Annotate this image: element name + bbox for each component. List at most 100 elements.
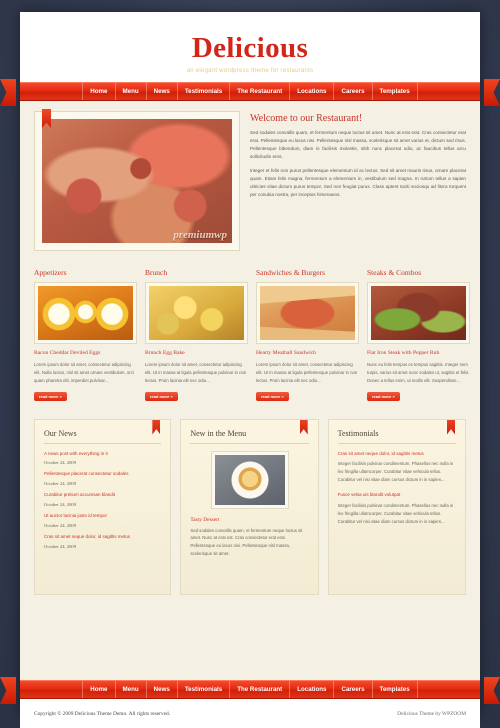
news-link[interactable]: Curabitur pretium accumsan blandit: [44, 492, 161, 498]
footer-nav-item-templates[interactable]: Templates: [373, 681, 418, 698]
list-item: Pellentesque placerat consectetur sodale…: [44, 471, 161, 486]
news-date: October 24, 2009: [44, 460, 77, 466]
site-tagline: an elegant wordpress theme for restauran…: [186, 68, 314, 74]
flat-iron-steak-image: [371, 286, 466, 340]
category-image-frame: [256, 282, 359, 344]
theme-credit[interactable]: Delicious Theme by WPZOOM: [397, 711, 466, 717]
category-image-frame: [145, 282, 248, 344]
panel-our-news: Our News A news post with everything in …: [34, 418, 172, 595]
menu-image-frame: [210, 450, 289, 509]
list-item: A news post with everything in it Octobe…: [44, 451, 161, 466]
meatball-sandwich-image: [260, 286, 355, 340]
nav-item-news[interactable]: News: [147, 83, 178, 100]
category-column-brunch: Brunch Brunch Egg Bake Lorem ipsum dolor…: [145, 268, 248, 403]
deviled-eggs-image: [38, 286, 133, 340]
news-date: October 24, 2009: [44, 543, 77, 549]
footer-nav: Home Menu News Testimonials The Restaura…: [20, 681, 480, 698]
category-item-title[interactable]: Brunch Egg Bake: [145, 350, 248, 357]
footer-nav-item-menu[interactable]: Menu: [116, 681, 147, 698]
testimonial-heading[interactable]: Cras sit amet neque dolor, id sagittis m…: [338, 451, 456, 457]
category-item-text: Lorem ipsum dolor sit amet, consectetur …: [145, 361, 247, 383]
tasty-dessert-image: [214, 454, 285, 505]
news-date: October 24, 2009: [44, 522, 77, 528]
testimonial-body: Integer facilisis pulvinar condimentum. …: [337, 503, 454, 524]
primary-nav: Home Menu News Testimonials The Restaura…: [20, 83, 480, 100]
news-date: October 24, 2009: [44, 481, 77, 487]
nav-item-locations[interactable]: Locations: [290, 83, 335, 100]
copyright-text: Copyright © 2009 Delicious Theme Demo. A…: [34, 710, 171, 717]
category-item-text: Lorem ipsum dolor sit amet, consectetur …: [34, 361, 134, 383]
hero-image-frame: premiumwp: [34, 109, 240, 251]
footer-nav-item-testimonials[interactable]: Testimonials: [178, 681, 231, 698]
category-column-sandwiches-burgers: Sandwiches & Burgers Hearty Meatball San…: [256, 268, 359, 403]
nav-item-careers[interactable]: Careers: [334, 83, 373, 100]
panel-title: Our News: [44, 429, 162, 444]
testimonial-body: Integer facilisis pulvinar condimentum. …: [337, 461, 454, 483]
footer-nav-item-news[interactable]: News: [147, 681, 178, 698]
read-more-button[interactable]: read more »: [367, 391, 400, 401]
panel-testimonials: Testimonials Cras sit amet neque dolor, …: [327, 418, 466, 595]
nav-item-templates[interactable]: Templates: [373, 83, 418, 100]
nav-ribbon-right-icon: [484, 79, 500, 106]
news-link[interactable]: Ut auctor lacinia justo id tempor: [44, 513, 161, 519]
read-more-button[interactable]: read more »: [34, 391, 67, 401]
footer-nav-item-locations[interactable]: Locations: [290, 681, 335, 698]
nav-ribbon-left-icon: [0, 79, 16, 106]
hero-image-watermark: premiumwp: [173, 229, 227, 241]
category-item-text: Lorem ipsum dolor sit amet, consectetur …: [256, 361, 358, 383]
hero-paragraph-1: Sed sodales convallis quam, et fermentum…: [250, 130, 466, 160]
category-heading: Appetizers: [34, 268, 67, 277]
category-item-title[interactable]: Hearty Meatball Sandwich: [256, 350, 359, 357]
panel-title: Testimonials: [337, 429, 456, 444]
news-link[interactable]: Pellentesque placerat consectetur sodale…: [44, 471, 161, 477]
category-image-frame: [367, 282, 470, 344]
egg-bake-image: [149, 286, 244, 340]
primary-nav-bar: Home Menu News Testimonials The Restaura…: [0, 79, 500, 106]
site-header: Delicious an elegant wordpress theme for…: [20, 12, 480, 82]
menu-item-text: Sed sodales convallis quam, et fermentum…: [190, 527, 303, 557]
nav-ribbon-right-icon: [484, 677, 500, 704]
testimonial-heading[interactable]: Fusce velsa uis blandit volutpat: [338, 492, 456, 498]
footer-nav-item-careers[interactable]: Careers: [334, 681, 373, 698]
footer-bar: Copyright © 2009 Delicious Theme Demo. A…: [20, 699, 480, 728]
site-logo[interactable]: Delicious: [20, 34, 480, 63]
list-item: Curabitur pretium accumsan blandit Octob…: [44, 492, 161, 507]
footer-nav-bar: Home Menu News Testimonials The Restaura…: [0, 677, 500, 704]
category-item-title[interactable]: Bacon Cheddar Deviled Eggs: [34, 350, 137, 357]
nav-item-the-restaurant[interactable]: The Restaurant: [230, 83, 291, 100]
site-container: Delicious an elegant wordpress theme for…: [0, 12, 500, 728]
hero-text-block: Welcome to our Restaurant! Sed sodales c…: [250, 111, 466, 254]
category-heading: Brunch: [145, 268, 168, 277]
news-link[interactable]: A news post with everything in it: [44, 451, 161, 457]
list-item: Ut auctor lacinia justo id tempor Octobe…: [44, 513, 161, 528]
list-item: Cras sit amet neque dolor, id sagittis m…: [338, 451, 456, 485]
category-heading: Steaks & Combos: [367, 268, 422, 277]
nav-item-home[interactable]: Home: [82, 83, 116, 100]
nav-item-testimonials[interactable]: Testimonials: [178, 83, 231, 100]
footer-nav-item-home[interactable]: Home: [82, 681, 116, 698]
main-content: premiumwp Welcome to our Restaurant! Sed…: [20, 101, 480, 680]
category-image-frame: [34, 282, 137, 344]
footer-nav-item-the-restaurant[interactable]: The Restaurant: [230, 681, 291, 698]
list-item: Cras sit amet neque dolor, id sagittis m…: [44, 534, 161, 549]
read-more-button[interactable]: read more »: [256, 391, 289, 401]
panel-title: New in the Menu: [190, 429, 309, 444]
nav-item-menu[interactable]: Menu: [116, 83, 147, 100]
hero-image: premiumwp: [42, 119, 232, 243]
news-link[interactable]: Cras sit amet neque dolor, id sagittis m…: [44, 534, 161, 540]
panel-new-in-the-menu: New in the Menu Tasty Dessert Sed sodale…: [180, 418, 319, 595]
menu-item-title[interactable]: Tasty Dessert: [190, 517, 308, 523]
hero-title: Welcome to our Restaurant!: [250, 113, 363, 124]
category-item-title[interactable]: Flat Iron Steak with Pepper Rub: [367, 350, 470, 357]
category-column-steaks-combos: Steaks & Combos Flat Iron Steak with Pep…: [367, 268, 470, 403]
nav-ribbon-left-icon: [0, 677, 16, 704]
read-more-button[interactable]: read more »: [145, 391, 178, 401]
news-date: October 24, 2009: [44, 502, 77, 508]
hero-paragraph-2: Integer et felis non purus pellentesque …: [250, 168, 466, 198]
hero-section: premiumwp Welcome to our Restaurant! Sed…: [34, 109, 466, 254]
category-heading: Sandwiches & Burgers: [256, 268, 326, 277]
category-item-text: Nunc eu felis tempus ex tempus sagittis.…: [367, 361, 470, 383]
category-column-appetizers: Appetizers Bacon Cheddar Deviled Eggs Lo…: [34, 268, 137, 403]
bottom-panels: Our News A news post with everything in …: [34, 418, 466, 595]
list-item: Fusce velsa uis blandit volutpat Integer…: [338, 492, 456, 526]
